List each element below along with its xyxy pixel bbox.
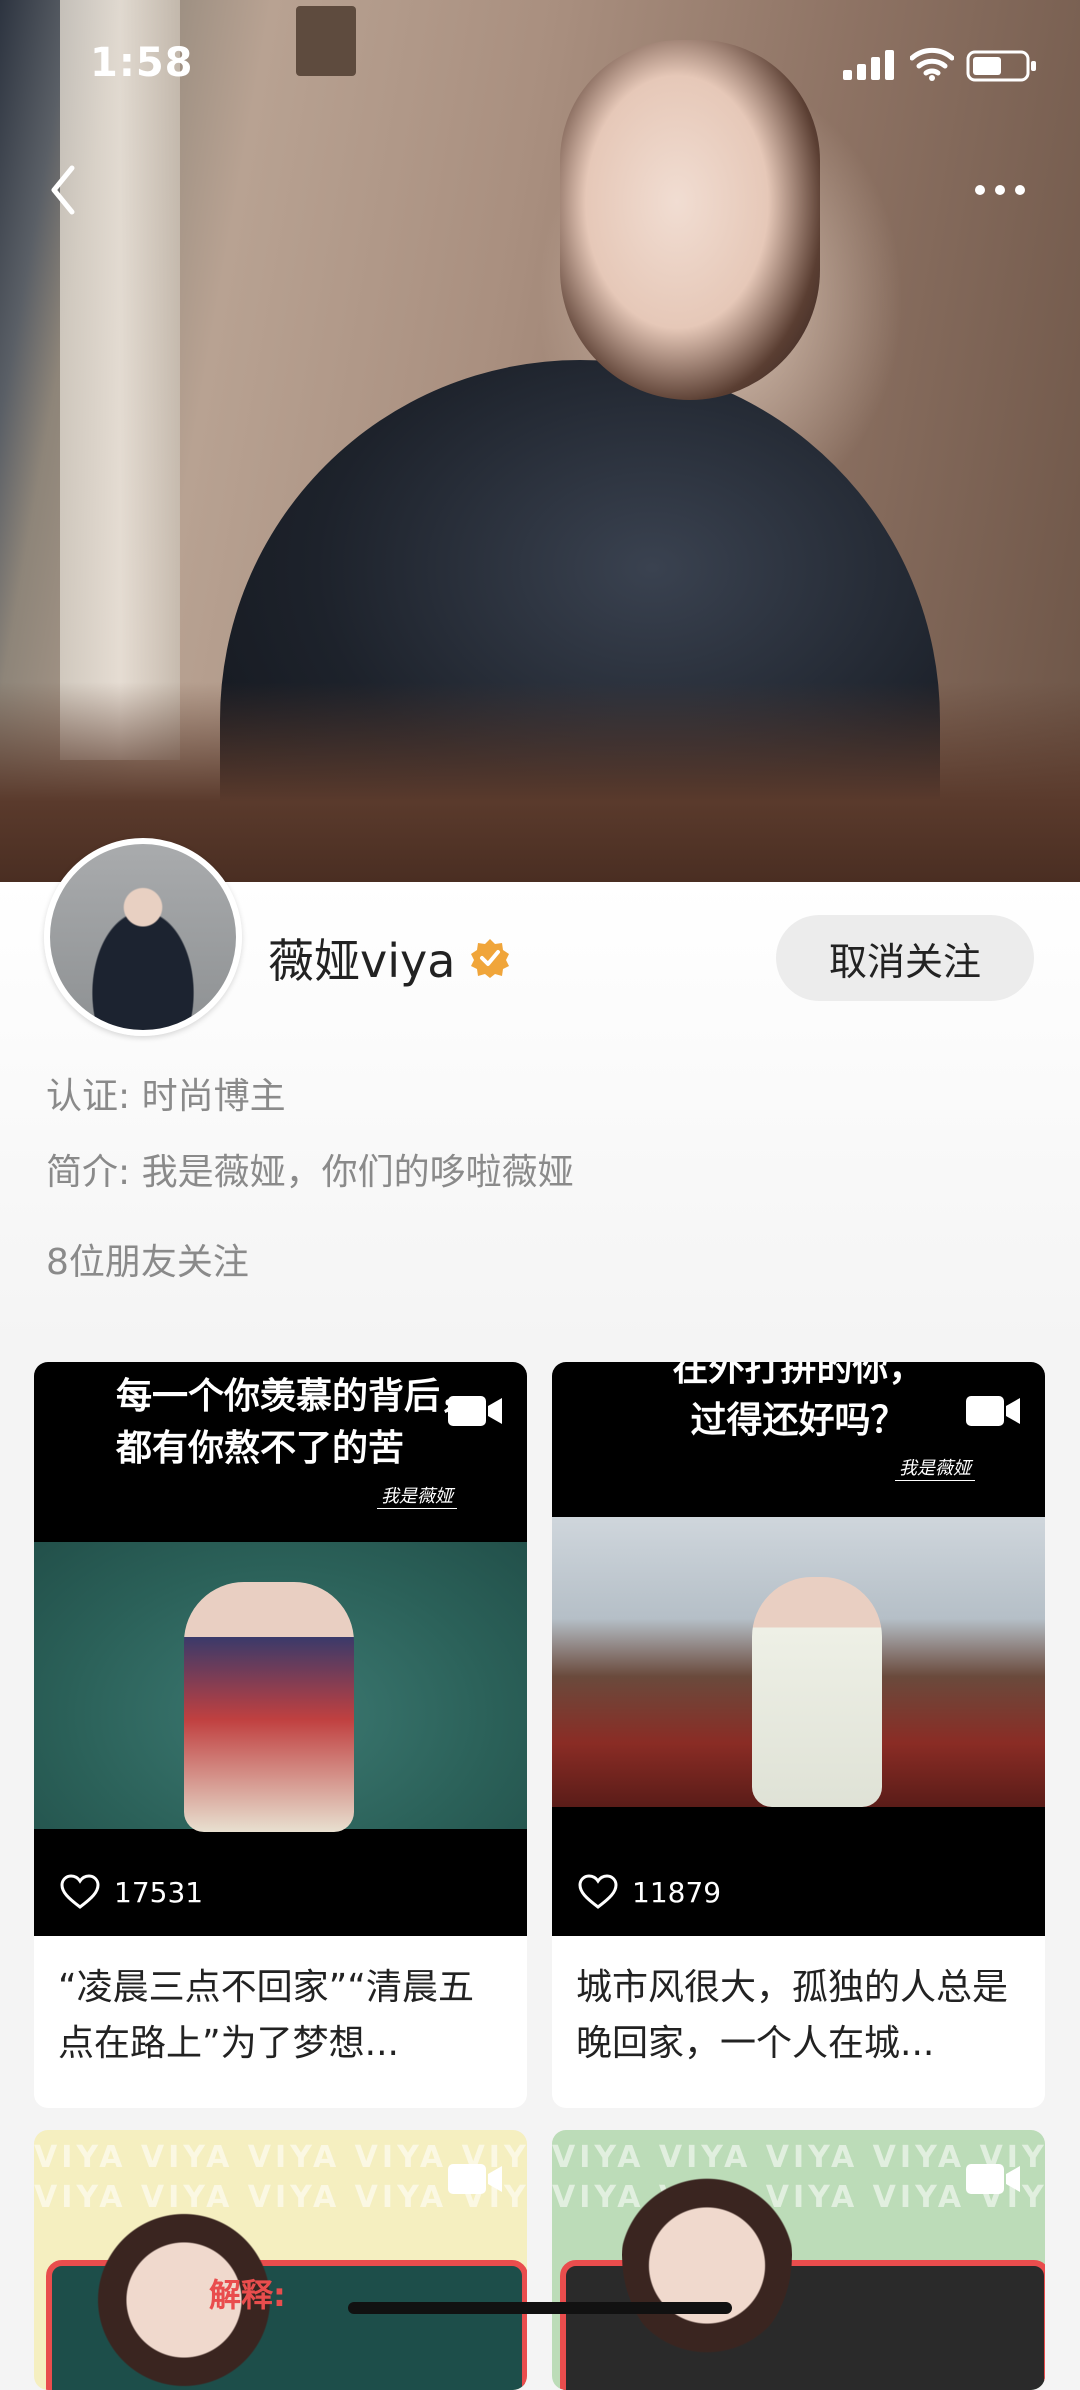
battery-icon [966,50,1036,82]
post-signature: 我是薇娅 [377,1482,457,1509]
video-icon [448,1396,502,1426]
post-overlay-caption: 每一个你羡慕的背后， 都有你熬不了的苦 [116,1375,477,1469]
post-photo [552,1517,1045,1807]
like-count: 17531 [114,1875,204,1909]
post-card[interactable]: VIYA VIYA VIYA VIYA VIYA VIYA VIYA VIYA … [34,2130,527,2390]
post-card[interactable]: 每一个你羡慕的背后， 都有你熬不了的苦 我是薇娅 17531 “凌晨三点不回家”… [34,1362,527,2108]
more-icon[interactable] [970,170,1030,210]
heart-icon [60,1874,100,1909]
wifi-icon [910,47,954,81]
avatar[interactable] [44,838,242,1036]
like-row[interactable]: 11879 [578,1874,721,1910]
profile-cover-photo [0,0,1080,882]
post-photo [34,1542,527,1832]
post-video-thumbnail: 每一个你羡慕的背后， 都有你熬不了的苦 我是薇娅 17531 [34,1362,527,1936]
verified-icon [471,939,509,978]
post-title: 城市风很大，孤独的人总是晚回家，一个人在城... [576,1967,1009,2064]
unfollow-button[interactable]: 取消关注 [776,915,1034,1001]
post-photo-person [752,1577,882,1807]
signal-icon [843,50,894,80]
heart-icon [578,1874,618,1909]
post-video-thumbnail: 在外打拼的你， 过得还好吗？ 我是薇娅 11879 [552,1362,1045,1936]
status-time: 1:58 [90,40,194,86]
like-count: 11879 [632,1875,722,1909]
home-indicator[interactable] [348,2302,732,2314]
like-row[interactable]: 17531 [60,1874,203,1910]
post-photo-person [622,2150,792,2360]
post-board-label: 解释: [209,2276,286,2314]
post-card[interactable]: VIYA VIYA VIYA VIYA VIYA VIYA VIYA VIYA … [552,2130,1045,2390]
friends-following-link[interactable]: 8位朋友关注 [46,1233,249,1285]
intro-text: 简介: 我是薇娅，你们的哆啦薇娅 [46,1152,574,1193]
post-card[interactable]: 在外打拼的你， 过得还好吗？ 我是薇娅 11879 城市风很大，孤独的人总是晚回… [552,1362,1045,2108]
post-photo-person [184,1582,354,1832]
post-signature: 我是薇娅 [895,1454,975,1481]
profile-name: 薇娅viya [268,934,456,988]
video-icon [966,2164,1020,2194]
back-icon[interactable] [40,160,90,220]
certification-text: 认证: 时尚博主 [46,1076,286,1117]
status-bar: 1:58 [0,0,1080,130]
video-icon [448,2164,502,2194]
video-icon [966,1396,1020,1426]
post-title: “凌晨三点不回家”“清晨五点在路上”为了梦想... [58,1967,474,2064]
